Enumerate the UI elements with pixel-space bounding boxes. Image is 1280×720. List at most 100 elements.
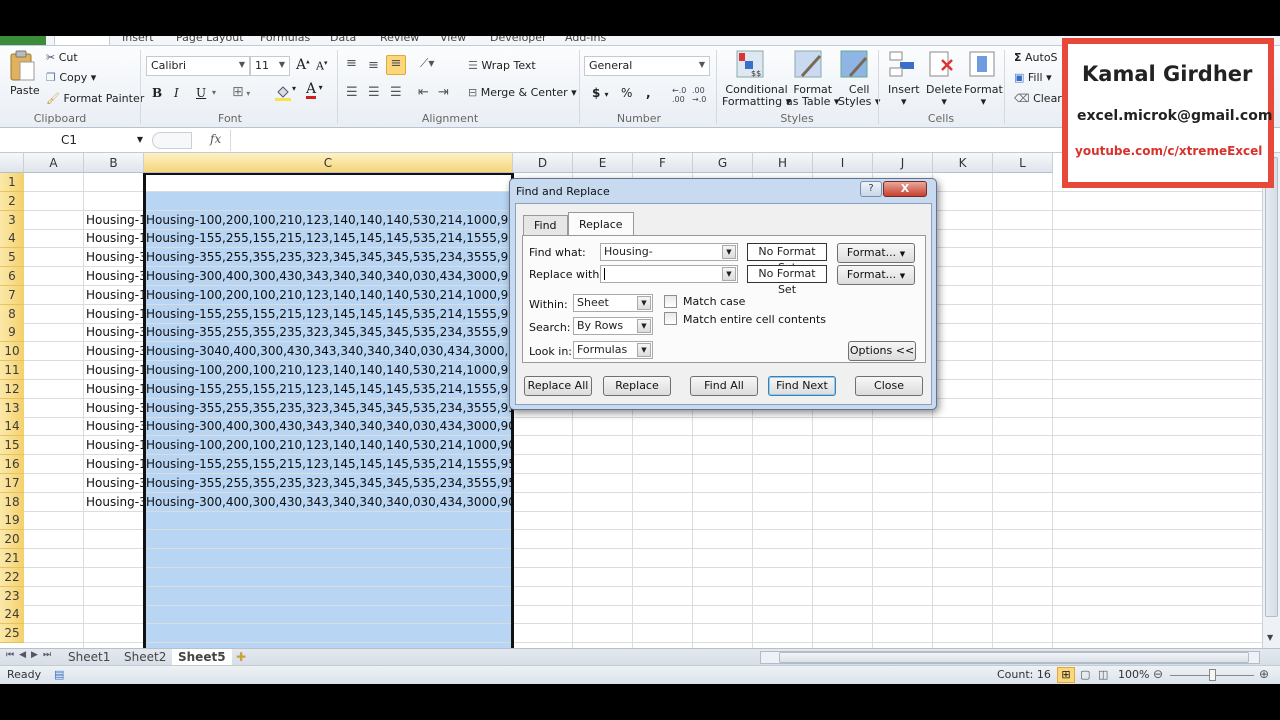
comma-button[interactable]: ,: [646, 86, 651, 100]
cell-b8[interactable]: Housing-1: [86, 305, 144, 324]
replace-button[interactable]: Replace: [603, 376, 671, 396]
page-break-view-button[interactable]: ◫: [1098, 668, 1108, 681]
column-header-j[interactable]: J: [873, 153, 933, 173]
zoom-level[interactable]: 100%: [1118, 668, 1149, 681]
zoom-in-button[interactable]: ⊕: [1259, 667, 1269, 681]
chevron-down-icon[interactable]: ▼: [722, 245, 736, 259]
increase-indent-button[interactable]: ⇥: [438, 85, 449, 100]
match-entire-checkbox[interactable]: [664, 312, 677, 325]
insert-function-icon[interactable]: fx: [210, 132, 221, 146]
select-all-corner[interactable]: [0, 153, 24, 173]
sheet-nav-arrows[interactable]: ⏮◀▶⏭: [6, 650, 56, 660]
shrink-font-button[interactable]: A▾: [316, 59, 327, 73]
align-bottom-button[interactable]: ≡: [386, 55, 406, 75]
paste-button[interactable]: [8, 50, 40, 84]
orientation-button[interactable]: ⟋▾: [420, 56, 434, 71]
tab-developer[interactable]: Developer: [490, 36, 547, 44]
align-middle-button[interactable]: ≡: [368, 58, 379, 73]
cell-b7[interactable]: Housing-1: [86, 286, 144, 305]
tab-data[interactable]: Data: [330, 36, 356, 44]
font-name-select[interactable]: Calibri ▼: [146, 56, 250, 76]
tab-formulas[interactable]: Formulas: [260, 36, 310, 44]
row-header-6[interactable]: 6: [0, 267, 24, 286]
fill-button[interactable]: ▣ Fill ▾: [1014, 71, 1052, 84]
row-header-9[interactable]: 9: [0, 323, 24, 343]
zoom-slider-thumb[interactable]: [1209, 669, 1216, 681]
cell-b10[interactable]: Housing-3: [86, 342, 144, 361]
vertical-scrollbar[interactable]: ▼: [1262, 153, 1280, 648]
tab-home[interactable]: [54, 36, 110, 45]
decrease-decimal-button[interactable]: .00 →.0: [692, 86, 706, 104]
row-header-23[interactable]: 23: [0, 586, 24, 606]
row-header-14[interactable]: 14: [0, 417, 24, 437]
paste-label[interactable]: Paste: [10, 84, 40, 97]
increase-decimal-button[interactable]: ←.0.00: [672, 86, 686, 104]
column-header-e[interactable]: E: [573, 153, 633, 173]
vertical-scroll-thumb[interactable]: [1265, 157, 1278, 617]
cell-b15[interactable]: Housing-1: [86, 436, 144, 455]
cell-b11[interactable]: Housing-1: [86, 361, 144, 380]
cell-b13[interactable]: Housing-3: [86, 399, 144, 418]
column-header-f[interactable]: F: [633, 153, 693, 173]
italic-button[interactable]: I: [174, 86, 179, 100]
format-cells-button[interactable]: Format ▾: [964, 84, 1003, 108]
underline-dropdown[interactable]: ▾: [212, 88, 216, 97]
underline-button[interactable]: U: [196, 86, 206, 100]
row-header-13[interactable]: 13: [0, 398, 24, 418]
options-button[interactable]: Options <<: [848, 341, 916, 361]
column-header-d[interactable]: D: [513, 153, 573, 173]
row-header-20[interactable]: 20: [0, 530, 24, 550]
wrap-text-button[interactable]: ☰ Wrap Text: [468, 59, 536, 72]
column-header-a[interactable]: A: [24, 153, 84, 173]
font-color-button[interactable]: A ▾: [306, 82, 323, 99]
close-button[interactable]: Close: [855, 376, 923, 396]
tab-page-layout[interactable]: Page Layout: [176, 36, 244, 44]
cell-b16[interactable]: Housing-1: [86, 455, 144, 474]
scroll-down-arrow-icon[interactable]: ▼: [1267, 633, 1273, 642]
decrease-indent-button[interactable]: ⇤: [418, 85, 429, 100]
cell-b5[interactable]: Housing-3: [86, 248, 144, 267]
row-header-2[interactable]: 2: [0, 191, 24, 211]
font-size-select[interactable]: 11 ▼: [250, 56, 290, 76]
chevron-down-icon[interactable]: ▼: [722, 267, 736, 281]
cell-b17[interactable]: Housing-3: [86, 474, 144, 493]
align-right-button[interactable]: ☰: [390, 85, 402, 100]
macro-record-icon[interactable]: ▤: [54, 668, 64, 681]
page-layout-view-button[interactable]: ▢: [1080, 668, 1090, 681]
help-button[interactable]: ?: [860, 181, 882, 197]
row-header-5[interactable]: 5: [0, 248, 24, 268]
sheet-tab-sheet2[interactable]: Sheet2: [118, 649, 172, 665]
row-header-17[interactable]: 17: [0, 473, 24, 493]
tab-file[interactable]: [0, 36, 46, 45]
row-header-1[interactable]: 1: [0, 173, 24, 192]
column-header-l[interactable]: L: [993, 153, 1053, 173]
format-as-table-button[interactable]: Format as Table ▾: [786, 84, 839, 108]
merge-center-button[interactable]: ⊟ Merge & Center ▾: [468, 86, 577, 99]
find-next-button[interactable]: Find Next: [768, 376, 836, 396]
name-box[interactable]: C1 ▼: [2, 131, 148, 150]
tab-find[interactable]: Find: [523, 215, 568, 235]
conditional-formatting-button[interactable]: Conditional Formatting ▾: [722, 84, 791, 108]
horizontal-scroll-thumb[interactable]: [779, 652, 1249, 663]
delete-cells-button[interactable]: Delete ▾: [926, 84, 962, 108]
normal-view-button[interactable]: ⊞: [1057, 667, 1075, 683]
tab-review[interactable]: Review: [380, 36, 419, 44]
grow-font-button[interactable]: A▴: [296, 57, 310, 73]
horizontal-scrollbar[interactable]: [760, 651, 1260, 664]
sheet-tab-sheet1[interactable]: Sheet1: [62, 649, 116, 665]
cell-b9[interactable]: Housing-3: [86, 323, 144, 342]
row-header-10[interactable]: 10: [0, 342, 24, 362]
cell-b4[interactable]: Housing-1: [86, 229, 144, 248]
column-header-b[interactable]: B: [84, 153, 144, 173]
column-header-h[interactable]: H: [753, 153, 813, 173]
align-left-button[interactable]: ☰: [346, 85, 358, 100]
row-header-3[interactable]: 3: [0, 210, 24, 230]
number-format-select[interactable]: General ▼: [584, 56, 710, 76]
fill-color-button[interactable]: ▾: [274, 84, 296, 105]
column-header-i[interactable]: I: [813, 153, 873, 173]
row-header-4[interactable]: 4: [0, 229, 24, 249]
cell-b18[interactable]: Housing-3: [86, 493, 144, 512]
match-case-checkbox[interactable]: [664, 295, 677, 308]
percent-button[interactable]: %: [621, 86, 632, 100]
find-all-button[interactable]: Find All: [690, 376, 758, 396]
